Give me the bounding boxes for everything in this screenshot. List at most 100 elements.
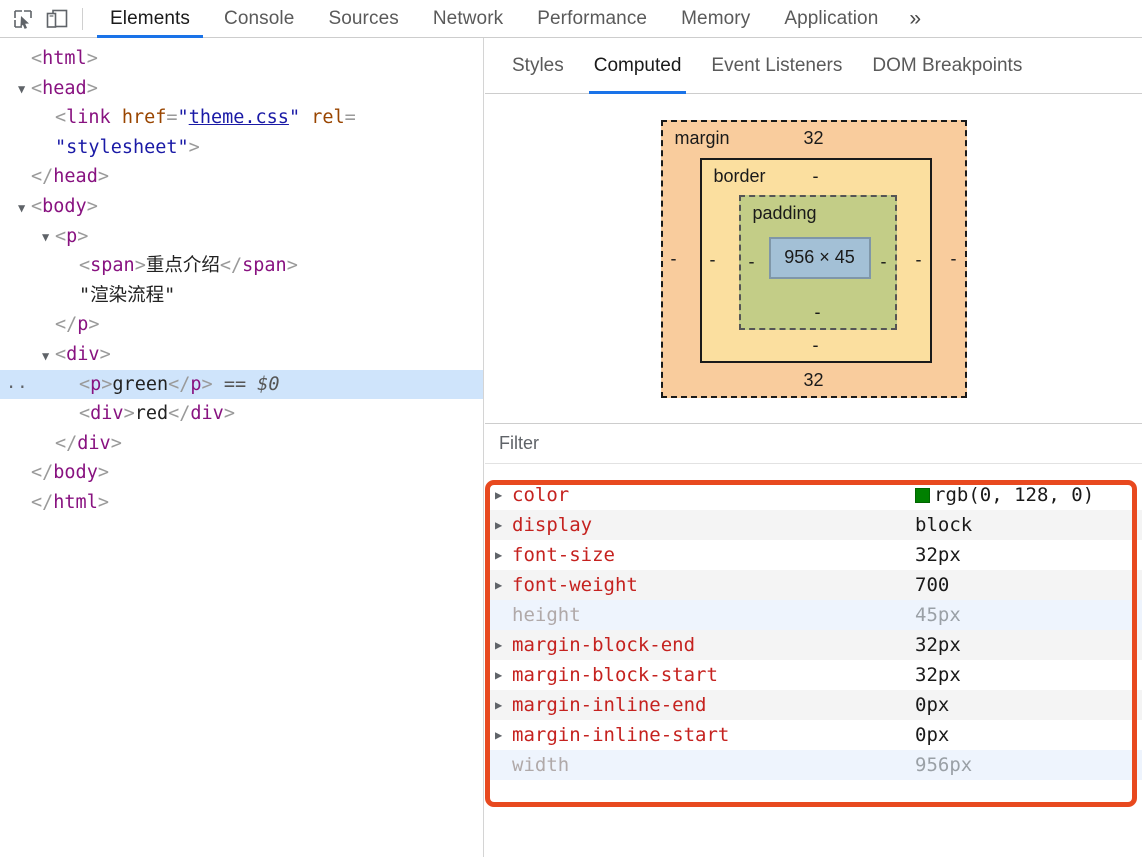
tab-event-listeners[interactable]: Event Listeners: [696, 38, 857, 94]
property-value-text: 45px: [915, 604, 961, 626]
margin-top-value[interactable]: 32: [663, 128, 965, 149]
dom-row-disclosure-triangle-icon[interactable]: ▼: [42, 350, 55, 362]
tab-computed[interactable]: Computed: [579, 38, 697, 94]
dom-tree-row[interactable]: ..<p>green</p> == $0: [0, 370, 483, 400]
property-value[interactable]: 0px: [915, 724, 949, 746]
tab-console[interactable]: Console: [207, 0, 311, 38]
computed-property-row[interactable]: ▶display block: [485, 510, 1142, 540]
property-value[interactable]: 956px: [915, 754, 972, 776]
margin-right-value[interactable]: -: [951, 248, 957, 269]
tab-memory[interactable]: Memory: [664, 0, 767, 38]
computed-property-row[interactable]: ▶margin-block-end 32px: [485, 630, 1142, 660]
padding-left-value[interactable]: -: [749, 252, 755, 273]
dom-tree-row[interactable]: <div>red</div>: [0, 399, 483, 429]
property-disclosure-triangle-icon[interactable]: ▶: [495, 729, 512, 741]
computed-property-row[interactable]: height45px: [485, 600, 1142, 630]
inspect-element-icon[interactable]: [6, 4, 40, 34]
box-model-padding[interactable]: padding - - - 956 × 45: [739, 195, 897, 330]
box-model-content[interactable]: 956 × 45: [769, 237, 871, 279]
dom-tree-panel[interactable]: <html>▼<head><link href="theme.css" rel=…: [0, 38, 484, 857]
tab-computed-label: Computed: [594, 55, 682, 77]
border-bottom-value[interactable]: -: [702, 335, 930, 356]
property-value[interactable]: 32px: [915, 664, 961, 686]
property-value[interactable]: 45px: [915, 604, 961, 626]
property-value[interactable]: 32px: [915, 544, 961, 566]
filter-input[interactable]: Filter: [499, 433, 539, 454]
dom-tree-row[interactable]: <span>重点介绍</span>: [0, 251, 483, 281]
dom-tree-row[interactable]: ▼<p>: [0, 222, 483, 252]
dom-row-disclosure-triangle-icon[interactable]: ▼: [42, 231, 55, 243]
border-left-value[interactable]: -: [710, 250, 716, 271]
tab-application[interactable]: Application: [767, 0, 895, 38]
dom-tree-row[interactable]: "stylesheet">: [0, 133, 483, 163]
padding-right-value[interactable]: -: [881, 252, 887, 273]
tab-styles-label: Styles: [512, 55, 564, 77]
computed-property-row[interactable]: ▶margin-block-start32px: [485, 660, 1142, 690]
border-right-value[interactable]: -: [916, 250, 922, 271]
dom-tree-row[interactable]: "渲染流程": [0, 281, 483, 311]
property-disclosure-triangle-icon[interactable]: ▶: [495, 579, 512, 591]
property-name: width: [512, 754, 569, 776]
dom-tree-row[interactable]: </p>: [0, 310, 483, 340]
tab-performance-label: Performance: [537, 8, 647, 30]
property-disclosure-triangle-icon[interactable]: ▶: [495, 639, 512, 651]
box-model-margin[interactable]: margin 32 32 - - border - - - - padding …: [661, 120, 967, 398]
tab-memory-label: Memory: [681, 8, 750, 30]
tab-dom-breakpoints[interactable]: DOM Breakpoints: [857, 38, 1037, 94]
property-disclosure-triangle-icon[interactable]: ▶: [495, 489, 512, 501]
tab-performance[interactable]: Performance: [520, 0, 664, 38]
margin-bottom-value[interactable]: 32: [663, 370, 965, 391]
property-value[interactable]: 700: [915, 574, 949, 596]
computed-property-row[interactable]: ▶margin-inline-end0px: [485, 690, 1142, 720]
dom-tree-row[interactable]: ▼<body>: [0, 192, 483, 222]
property-value[interactable]: rgb(0, 128, 0): [915, 484, 1094, 506]
property-value[interactable]: 0px: [915, 694, 949, 716]
computed-property-row[interactable]: ▶margin-inline-start0px: [485, 720, 1142, 750]
dom-tree-row[interactable]: ▼<head>: [0, 74, 483, 104]
property-disclosure-triangle-icon[interactable]: ▶: [495, 549, 512, 561]
tab-sources[interactable]: Sources: [311, 0, 415, 38]
dom-row-content: <html>: [31, 44, 98, 74]
property-name: display: [512, 514, 592, 536]
dom-tree-row[interactable]: </html>: [0, 488, 483, 518]
more-tabs-chevron-icon[interactable]: »: [895, 7, 935, 31]
tab-elements[interactable]: Elements: [93, 0, 207, 38]
content-size-label: 956 × 45: [784, 247, 855, 268]
dom-row-content: <body>: [31, 192, 98, 222]
box-model-border[interactable]: border - - - - padding - - - 956 × 45: [700, 158, 932, 363]
dom-tree-row[interactable]: </body>: [0, 458, 483, 488]
dom-tree-row[interactable]: <link href="theme.css" rel=: [0, 103, 483, 133]
property-disclosure-triangle-icon[interactable]: ▶: [495, 699, 512, 711]
dom-row-content: <span>重点介绍</span>: [79, 251, 298, 281]
dom-tree-row[interactable]: </head>: [0, 162, 483, 192]
dom-row-ellipsis-icon: ..: [6, 370, 28, 400]
property-value[interactable]: block: [915, 514, 972, 536]
computed-property-row[interactable]: ▶colorrgb(0, 128, 0): [485, 480, 1142, 510]
dom-row-content: <div>red</div>: [79, 399, 235, 429]
computed-property-row[interactable]: width 956px: [485, 750, 1142, 780]
property-disclosure-triangle-icon[interactable]: ▶: [495, 519, 512, 531]
dom-tree-row[interactable]: <html>: [0, 44, 483, 74]
color-swatch-icon[interactable]: [915, 488, 930, 503]
toolbar-divider: [82, 8, 83, 30]
dom-row-content: </body>: [31, 458, 109, 488]
property-value[interactable]: 32px: [915, 634, 961, 656]
property-value-text: rgb(0, 128, 0): [934, 484, 1094, 506]
border-top-value[interactable]: -: [702, 166, 930, 187]
dom-tree-row[interactable]: ▼<div>: [0, 340, 483, 370]
inspect-cursor-glyph: [12, 8, 34, 30]
property-disclosure-triangle-icon[interactable]: ▶: [495, 669, 512, 681]
tab-styles[interactable]: Styles: [497, 38, 579, 94]
tab-network[interactable]: Network: [416, 0, 520, 38]
padding-bottom-value[interactable]: -: [741, 302, 895, 323]
margin-left-value[interactable]: -: [671, 248, 677, 269]
computed-property-row[interactable]: ▶font-size32px: [485, 540, 1142, 570]
dom-row-disclosure-triangle-icon[interactable]: ▼: [18, 83, 31, 95]
computed-property-row[interactable]: ▶font-weight700: [485, 570, 1142, 600]
property-value-text: 0px: [915, 724, 949, 746]
dom-row-disclosure-triangle-icon[interactable]: ▼: [18, 202, 31, 214]
property-name: margin-block-end: [512, 634, 695, 656]
computed-filter-bar[interactable]: Filter: [485, 424, 1142, 464]
dom-tree-row[interactable]: </div>: [0, 429, 483, 459]
device-toolbar-icon[interactable]: [40, 4, 74, 34]
